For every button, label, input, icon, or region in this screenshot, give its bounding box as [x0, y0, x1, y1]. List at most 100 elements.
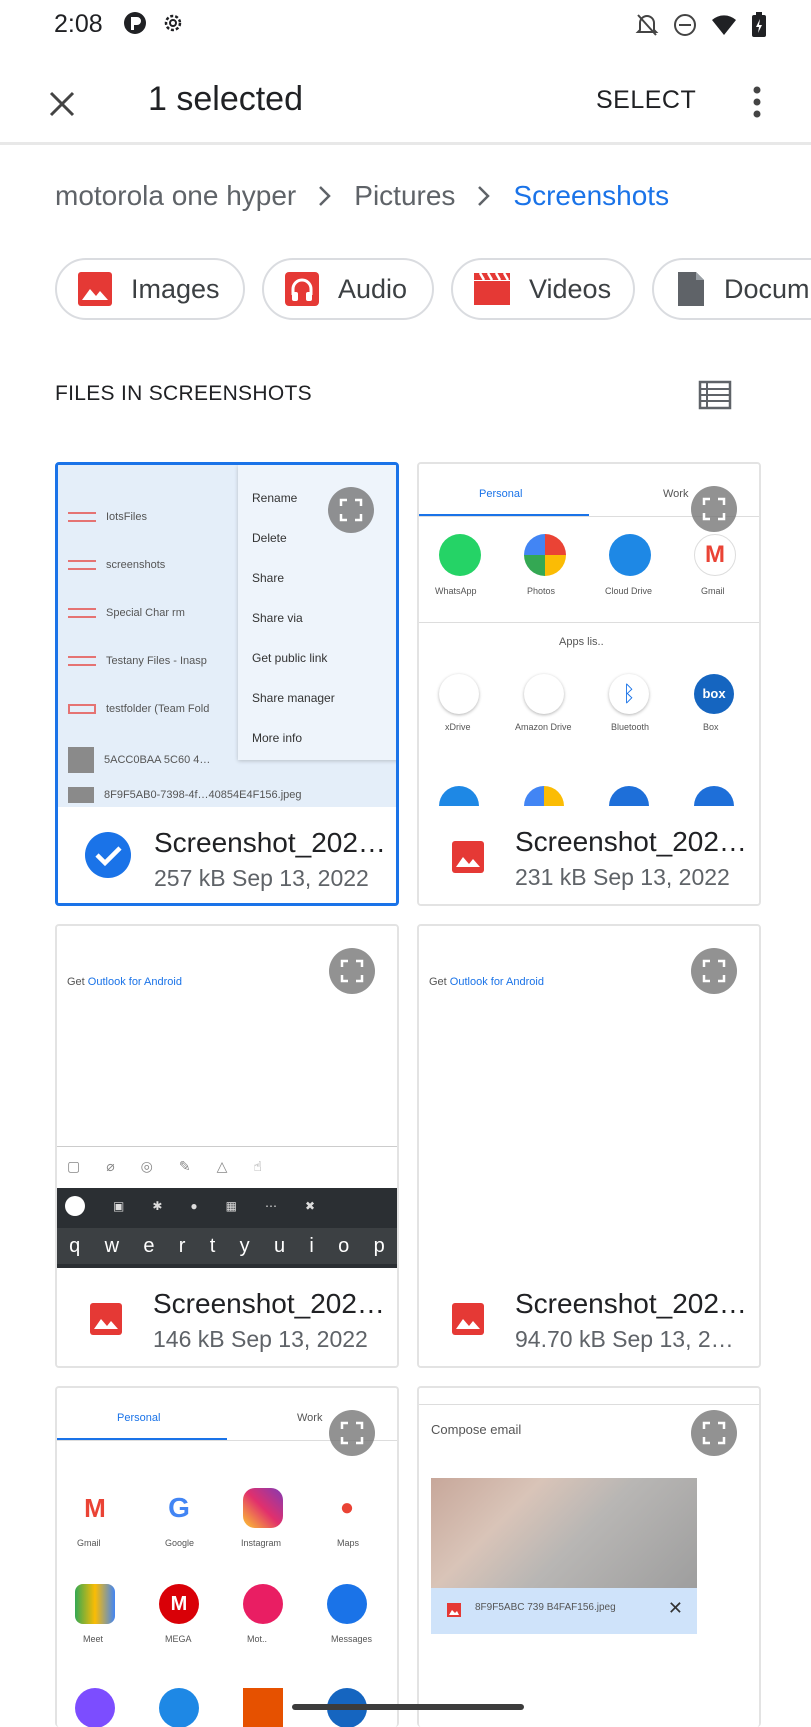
photo-preview — [431, 1478, 697, 1588]
file-name: Screenshot_202… — [154, 827, 386, 858]
key: o — [338, 1234, 350, 1257]
chip-audio[interactable]: Audio — [262, 258, 434, 320]
app-label: Google — [165, 1538, 195, 1548]
keyboard-preview: ▣ ✱ ● ▦ ⋯ ✖ q w e r t y u i o p — [57, 1188, 397, 1268]
app-label: Messages — [331, 1634, 373, 1644]
thumb-row: 8F9F5AB0-7398-4f…40854E4F156.jpeg — [104, 788, 302, 801]
thumb-link: Outlook for Android — [87, 976, 182, 988]
file-card[interactable]: Compose email 8F9F5ABC 739 B4FAF156.jpeg… — [417, 1386, 761, 1727]
file-name: Screenshot_202… — [515, 826, 747, 857]
select-button[interactable]: SELECT — [596, 86, 696, 115]
thumb-row: screenshots — [106, 559, 166, 571]
file-card[interactable]: Get Outlook for Android Screenshot_202… … — [417, 924, 761, 1368]
app-label: WhatsApp — [435, 586, 477, 596]
attachment-name: 8F9F5ABC 739 B4FAF156.jpeg — [475, 1602, 616, 1613]
breadcrumb-item-pictures[interactable]: Pictures — [354, 180, 455, 212]
app-label: Box — [703, 722, 719, 732]
expand-preview-button[interactable] — [328, 487, 374, 533]
expand-preview-button[interactable] — [691, 486, 737, 532]
key: t — [209, 1234, 216, 1257]
breadcrumb-item-device[interactable]: motorola one hyper — [55, 180, 296, 212]
chip-videos[interactable]: Videos — [451, 258, 635, 320]
thumb-row: Special Char rm — [106, 607, 185, 619]
file-card[interactable]: IotsFiles screenshots Special Char rm Te… — [55, 462, 399, 906]
more-options-button[interactable] — [742, 80, 772, 124]
xdrive-icon — [439, 674, 479, 714]
file-thumbnail: Get Outlook for Android ▢ ⌀ ◎ ✎ △ ☝ ▣ ✱ ● ▦ ⋯ ✖ q … — [57, 926, 397, 1268]
gesture-nav-handle[interactable] — [292, 1704, 524, 1710]
key: p — [373, 1234, 385, 1257]
list-view-button[interactable] — [698, 380, 732, 412]
key: q — [69, 1234, 81, 1257]
file-thumbnail: Compose email 8F9F5ABC 739 B4FAF156.jpeg… — [419, 1388, 759, 1727]
status-time: 2:08 — [54, 10, 103, 38]
file-thumbnail: IotsFiles screenshots Special Char rm Te… — [58, 465, 396, 807]
app-label: Cloud Drive — [605, 586, 653, 596]
file-thumbnail: Personal Work M WhatsApp Photos Cloud Dr… — [419, 464, 759, 806]
chip-documents[interactable]: Docum — [652, 258, 811, 320]
status-bar: 2:08 — [0, 0, 811, 50]
key: e — [143, 1234, 155, 1257]
thumb-row: Testany Files - Inasp — [106, 655, 207, 667]
app-label: Instagram — [241, 1538, 282, 1548]
app-label: MEGA — [165, 1634, 192, 1644]
moto-icon — [243, 1584, 283, 1624]
battery-icon — [751, 12, 767, 43]
app-label: Meet — [83, 1634, 104, 1644]
expand-preview-button[interactable] — [691, 1410, 737, 1456]
expand-icon — [340, 959, 364, 983]
more-vert-icon — [753, 86, 761, 118]
photos-icon — [524, 534, 566, 576]
file-meta: 231 kB Sep 13, 2022 — [515, 864, 730, 890]
headphones-icon — [285, 272, 319, 306]
maps-icon: ● — [339, 1494, 355, 1521]
gmail-icon: M — [84, 1493, 106, 1523]
image-file-icon — [452, 1303, 484, 1335]
thumb-text: Get — [429, 976, 450, 988]
messages-icon — [327, 1584, 367, 1624]
thumb-text: Get — [67, 976, 88, 988]
menu-item: Share — [252, 571, 285, 585]
breadcrumb-item-screenshots[interactable]: Screenshots — [513, 180, 669, 212]
app-bar: 1 selected SELECT — [0, 60, 811, 145]
expand-preview-button[interactable] — [329, 1410, 375, 1456]
image-file-icon — [452, 841, 484, 873]
thumb-text: Compose email — [431, 1422, 522, 1437]
menu-item: Share via — [252, 611, 303, 625]
page-title: 1 selected — [148, 80, 303, 118]
instagram-icon — [243, 1488, 283, 1528]
thumb-section-title: Apps lis.. — [559, 636, 604, 648]
chip-label: Images — [131, 273, 220, 304]
thumb-row: 5ACC0BAA 5C60 4… — [104, 753, 211, 766]
meet-icon — [75, 1584, 115, 1624]
app-label: Photos — [527, 586, 556, 596]
expand-preview-button[interactable] — [329, 948, 375, 994]
file-meta: 146 kB Sep 13, 2022 — [153, 1326, 368, 1352]
bluetooth-icon: ᛒ — [609, 674, 649, 714]
document-icon — [678, 272, 704, 306]
expand-icon — [702, 1421, 726, 1445]
chevron-right-icon — [477, 185, 491, 207]
key: u — [273, 1234, 286, 1257]
check-circle-icon — [85, 832, 131, 878]
gmail-icon: M — [694, 534, 736, 576]
expand-icon — [702, 497, 726, 521]
file-name: Screenshot_202… — [515, 1288, 747, 1319]
close-icon: ✕ — [667, 1598, 683, 1618]
expand-icon — [339, 498, 363, 522]
app-label: xDrive — [445, 722, 471, 732]
close-button[interactable] — [40, 82, 84, 126]
file-card[interactable]: Personal Work M WhatsApp Photos Cloud Dr… — [417, 462, 761, 906]
chip-images[interactable]: Images — [55, 258, 245, 320]
chip-label: Videos — [529, 273, 612, 304]
amazon-drive-icon — [524, 674, 564, 714]
file-meta: 94.70 kB Sep 13, 2… — [515, 1326, 734, 1352]
attachment-chip: 8F9F5ABC 739 B4FAF156.jpeg ✕ — [431, 1588, 697, 1634]
file-card[interactable]: Personal Work M G ● Gmail Google Instagr… — [55, 1386, 399, 1727]
image-file-icon — [447, 1603, 461, 1617]
file-card[interactable]: Get Outlook for Android ▢ ⌀ ◎ ✎ △ ☝ ▣ ✱ ● ▦ ⋯ ✖ q … — [55, 924, 399, 1368]
filter-chips: Images Audio Videos Docum — [55, 258, 811, 322]
chip-label: Docum — [724, 273, 810, 304]
expand-preview-button[interactable] — [691, 948, 737, 994]
mega-icon: M — [159, 1584, 199, 1624]
